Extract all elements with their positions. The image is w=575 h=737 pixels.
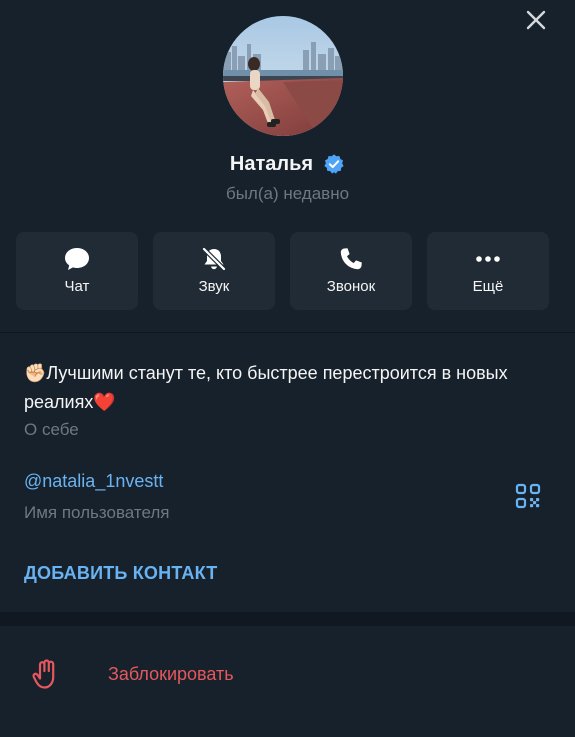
chat-bubble-icon [65, 248, 89, 270]
phone-icon [340, 248, 362, 270]
call-button-label: Звонок [326, 278, 376, 295]
add-contact-button[interactable]: ДОБАВИТЬ КОНТАКТ [24, 563, 217, 584]
action-buttons: Чат Звук Звонок Ещё [16, 232, 550, 310]
bio-text[interactable]: ✊🏻Лучшими станут те, кто быстрее перестр… [24, 359, 524, 417]
bio-caption: О себе [24, 420, 79, 439]
chat-button-label: Чат [64, 278, 90, 295]
call-button[interactable]: Звонок [290, 232, 412, 310]
close-button[interactable] [522, 6, 550, 34]
sound-button[interactable]: Звук [153, 232, 275, 310]
name-row: Наталья [0, 151, 575, 177]
section-separator [0, 612, 575, 626]
username-caption: Имя пользователя [24, 503, 170, 522]
more-button[interactable]: Ещё [427, 232, 549, 310]
avatar[interactable] [223, 16, 343, 136]
verified-badge-icon [324, 154, 344, 174]
qr-code-icon [515, 483, 541, 509]
qr-code-button[interactable] [515, 483, 541, 509]
info-section: ✊🏻Лучшими станут те, кто быстрее перестр… [0, 333, 575, 612]
sound-button-label: Звук [198, 278, 230, 295]
last-seen-status: был(а) недавно [225, 184, 350, 203]
username-link[interactable]: @natalia_1nvestt [24, 471, 163, 492]
profile-name: Наталья [229, 152, 314, 175]
chat-button[interactable]: Чат [16, 232, 138, 310]
heart-emoji: ❤️ [93, 392, 116, 412]
close-icon [526, 10, 546, 30]
block-user-label: Заблокировать [108, 664, 234, 684]
block-user-button[interactable]: Заблокировать [0, 626, 575, 737]
bell-muted-icon [201, 246, 227, 272]
more-dots-icon [476, 256, 500, 262]
hand-stop-icon [32, 659, 55, 689]
profile-header: Наталья был(а) недавно Чат Звук Звонок Е… [0, 0, 575, 332]
fist-emoji: ✊🏻 [24, 363, 47, 383]
avatar-photo [223, 16, 343, 136]
more-button-label: Ещё [472, 278, 504, 295]
